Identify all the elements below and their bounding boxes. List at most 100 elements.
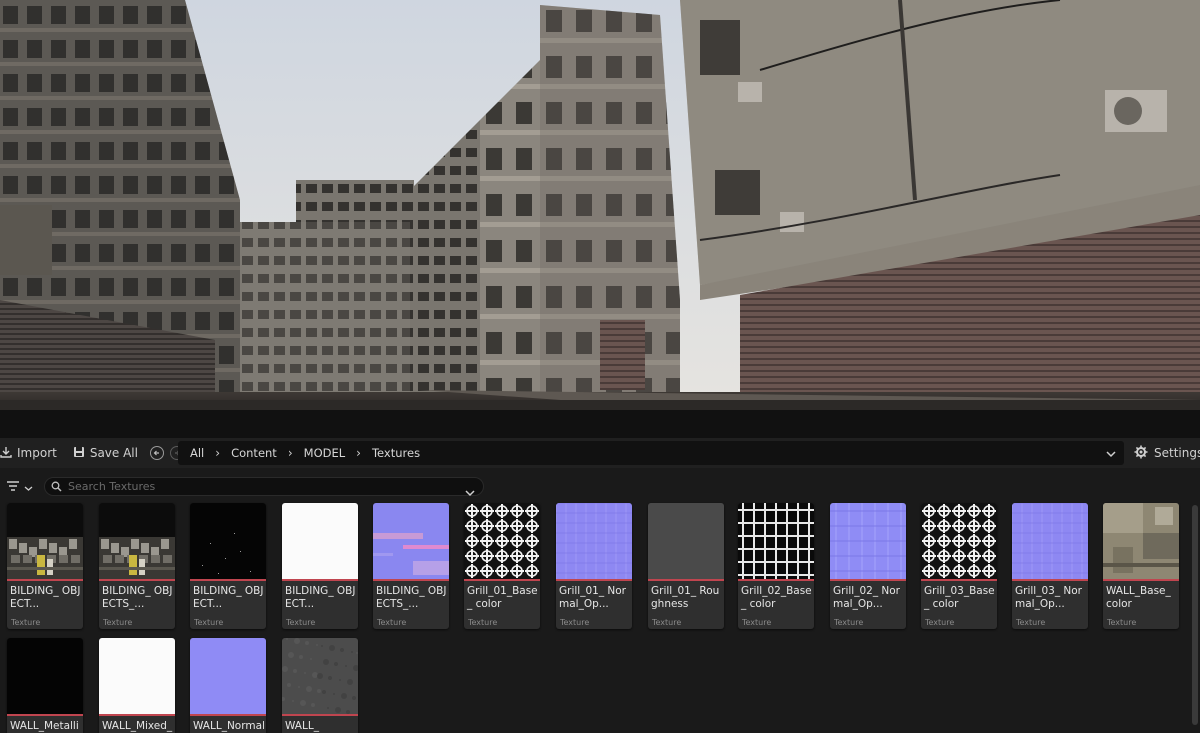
search-input[interactable] [68, 480, 448, 493]
asset-type-color-bar [1103, 579, 1179, 581]
chevron-right-icon[interactable]: › [206, 446, 229, 460]
breadcrumb-textures[interactable]: Textures [370, 446, 422, 460]
asset-type-color-bar [7, 714, 83, 716]
asset-thumbnail [648, 503, 724, 579]
asset-tile[interactable]: Grill_01_ Normal_Op... Texture [556, 503, 632, 629]
breadcrumb-model[interactable]: MODEL [302, 446, 348, 460]
import-button[interactable]: Import [0, 441, 65, 465]
settings-button[interactable]: Settings [1134, 441, 1200, 465]
asset-type-color-bar [648, 579, 724, 581]
asset-thumbnail [556, 503, 632, 579]
asset-name: WALL_Mixed_ [102, 720, 173, 732]
breadcrumb: All › Content › MODEL › Textures [178, 441, 1124, 465]
asset-name: Grill_02_ Normal_Op... [833, 585, 900, 610]
asset-type-label: Texture [1107, 618, 1137, 627]
asset-name: WALL_Metallic [10, 720, 79, 733]
asset-type-label: Texture [652, 618, 682, 627]
asset-type-label: Texture [103, 618, 133, 627]
editor-window: Import Save All All › Content › MODEL › … [0, 0, 1200, 733]
asset-tile[interactable]: BILDING_ OBJECT... Texture [190, 503, 266, 629]
asset-thumbnail [7, 503, 83, 579]
asset-thumbnail [99, 503, 175, 579]
asset-name: BILDING_ OBJECTS_... [102, 585, 173, 610]
asset-type-label: Texture [286, 618, 316, 627]
asset-type-label: Texture [834, 618, 864, 627]
asset-tile[interactable]: BILDING_ OBJECTS_... Texture [373, 503, 449, 629]
asset-type-label: Texture [468, 618, 498, 627]
filter-button[interactable] [6, 477, 33, 495]
asset-thumbnail [99, 638, 175, 714]
asset-name: Grill_03_ Normal_Op... [1015, 585, 1082, 610]
chevron-right-icon[interactable]: › [279, 446, 302, 460]
asset-name: BILDING_ OBJECT... [10, 585, 81, 610]
asset-tile[interactable]: Grill_02_Base_ color Texture [738, 503, 814, 629]
asset-type-label: Texture [560, 618, 590, 627]
asset-thumbnail [1012, 503, 1088, 579]
asset-tile[interactable]: Grill_03_ Normal_Op... Texture [1012, 503, 1088, 629]
asset-grid-scrollbar[interactable] [1190, 499, 1200, 733]
asset-type-color-bar [282, 714, 358, 716]
asset-type-label: Texture [194, 618, 224, 627]
asset-tile[interactable]: WALL_Mixed_Texture [99, 638, 175, 733]
asset-thumbnail [190, 503, 266, 579]
asset-type-color-bar [99, 579, 175, 581]
viewport-divider [0, 410, 1200, 438]
asset-name: BILDING_ OBJECT... [193, 585, 264, 610]
asset-thumbnail [282, 638, 358, 714]
asset-type-color-bar [99, 714, 175, 716]
asset-type-color-bar [190, 579, 266, 581]
gear-icon [1134, 445, 1148, 462]
save-all-button[interactable]: Save All [65, 441, 146, 465]
asset-type-label: Texture [1016, 618, 1046, 627]
breadcrumb-content[interactable]: Content [229, 446, 279, 460]
asset-tile[interactable]: Grill_03_Base_ color Texture [921, 503, 997, 629]
asset-type-color-bar [7, 579, 83, 581]
asset-name: Grill_01_ Roughness [651, 585, 720, 610]
content-browser-toolbar: Import Save All All › Content › MODEL › … [0, 438, 1200, 468]
asset-name: BILDING_ OBJECTS_... [376, 585, 447, 610]
asset-type-label: Texture [11, 618, 41, 627]
arrow-left-icon [153, 446, 161, 460]
asset-type-label: Texture [742, 618, 772, 627]
asset-type-color-bar [190, 714, 266, 716]
back-button[interactable] [149, 446, 164, 460]
asset-name: WALL_Normal_ [193, 720, 265, 733]
asset-type-color-bar [921, 579, 997, 581]
breadcrumb-all[interactable]: All [188, 446, 206, 460]
save-icon [73, 446, 85, 461]
asset-name: Grill_03_Base_ color [924, 585, 995, 610]
asset-tile[interactable]: WALL_Texture [282, 638, 358, 733]
asset-tile[interactable]: BILDING_ OBJECTS_... Texture [99, 503, 175, 629]
asset-type-color-bar [464, 579, 540, 581]
asset-tile[interactable]: Grill_01_ Roughness Texture [648, 503, 724, 629]
asset-tile[interactable]: WALL_MetallicTexture [7, 638, 83, 733]
chevron-down-icon[interactable] [1106, 447, 1116, 461]
asset-thumbnail [373, 503, 449, 579]
asset-tile[interactable]: Grill_01_Base_ color Texture [464, 503, 540, 629]
asset-type-color-bar [556, 579, 632, 581]
asset-thumbnail [738, 503, 814, 579]
scrollbar-thumb[interactable] [1192, 505, 1198, 725]
import-label: Import [17, 446, 57, 460]
asset-thumbnail [921, 503, 997, 579]
asset-type-label: Texture [377, 618, 407, 627]
asset-thumbnail [282, 503, 358, 579]
search-icon [51, 477, 62, 496]
asset-tile[interactable]: Grill_02_ Normal_Op... Texture [830, 503, 906, 629]
settings-label: Settings [1154, 446, 1200, 460]
asset-type-color-bar [1012, 579, 1088, 581]
asset-name: Grill_01_ Normal_Op... [559, 585, 626, 610]
asset-tile[interactable]: WALL_Normal_Texture [190, 638, 266, 733]
asset-type-label: Texture [925, 618, 955, 627]
asset-name: BILDING_ OBJECT... [285, 585, 356, 610]
filter-row [0, 473, 1200, 499]
asset-thumbnail [464, 503, 540, 579]
chevron-right-icon[interactable]: › [347, 446, 370, 460]
level-viewport[interactable] [0, 0, 1200, 410]
asset-name: Grill_02_Base_ color [741, 585, 812, 610]
asset-tile[interactable]: BILDING_ OBJECT... Texture [282, 503, 358, 629]
asset-tile[interactable]: BILDING_ OBJECT... Texture [7, 503, 83, 629]
asset-type-color-bar [738, 579, 814, 581]
asset-tile[interactable]: WALL_Base_ color Texture [1103, 503, 1179, 629]
asset-name: Grill_01_Base_ color [467, 585, 538, 610]
